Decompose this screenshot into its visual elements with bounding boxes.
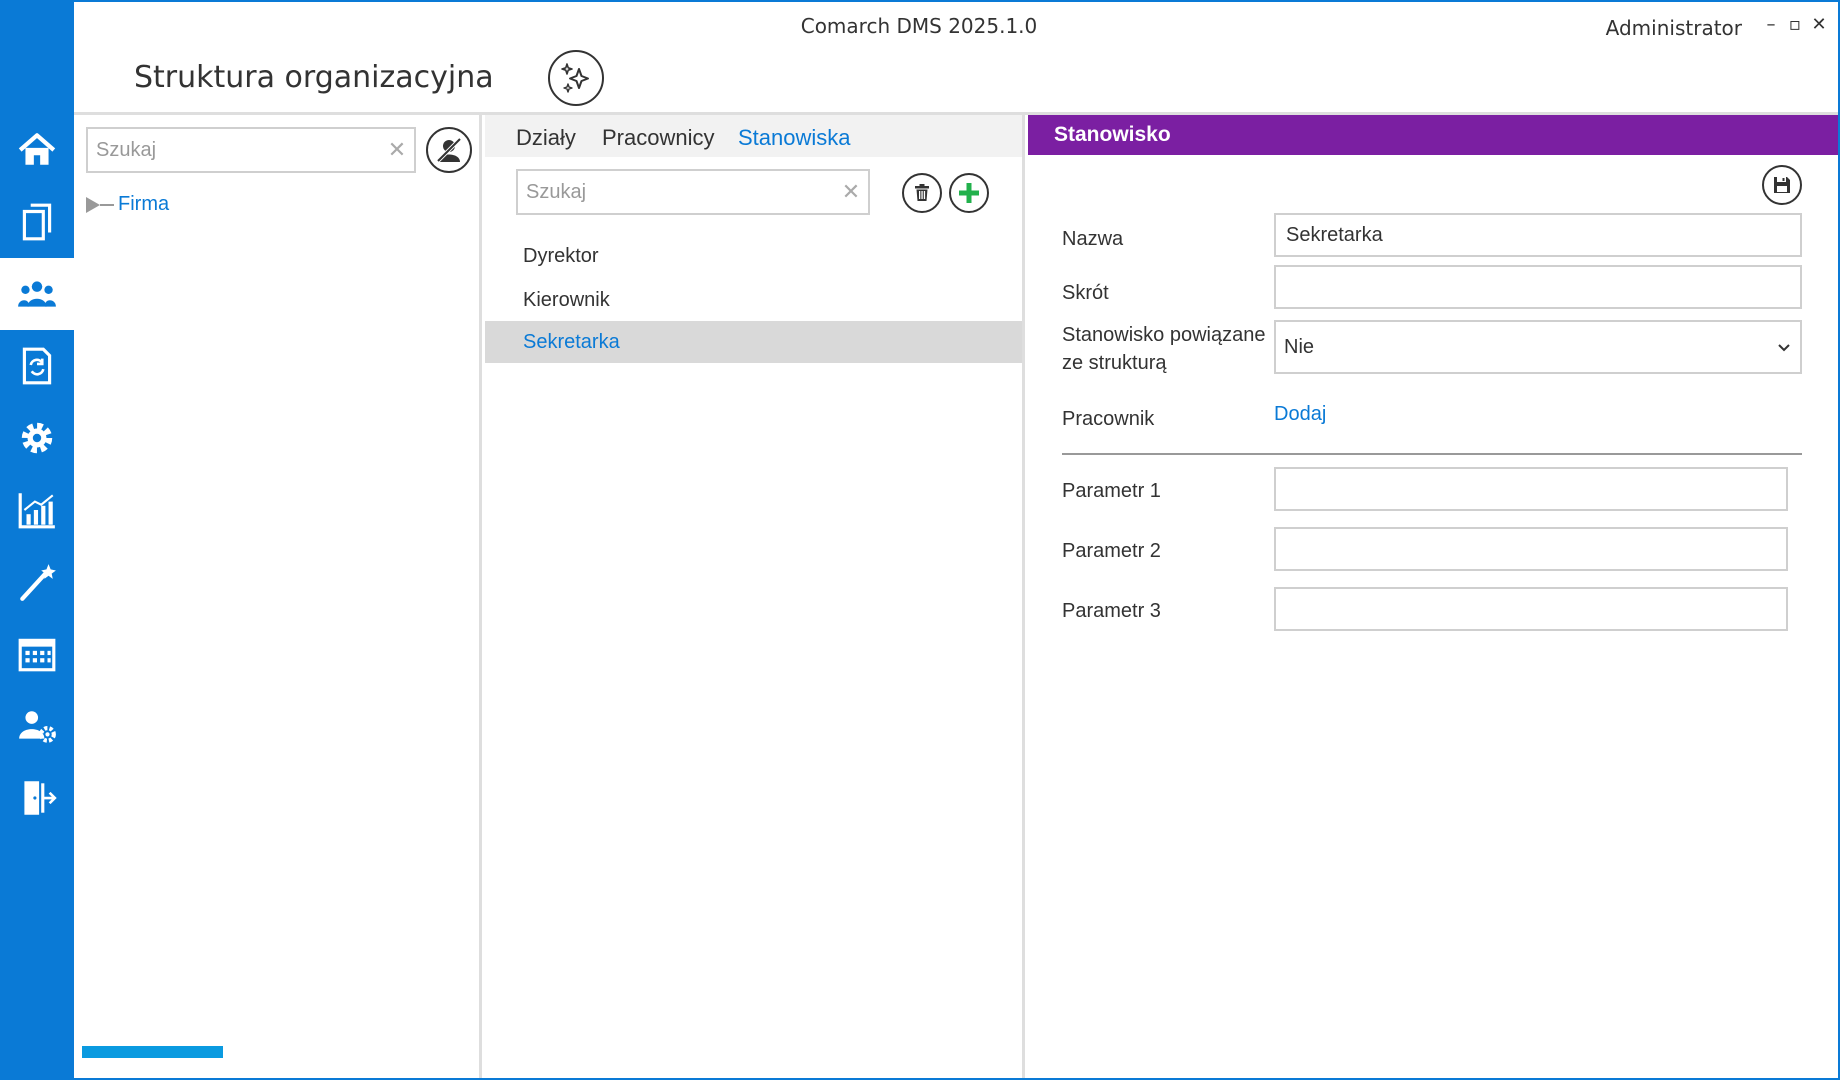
plus-icon <box>959 183 979 203</box>
sidebar-item-user-settings[interactable] <box>0 690 74 762</box>
sidebar-item-workflow[interactable] <box>0 330 74 402</box>
sparkles-icon <box>561 63 589 93</box>
structure-tabs: Działy Pracownicy Stanowiska <box>485 115 1022 157</box>
name-label: Nazwa <box>1062 228 1124 250</box>
sidebar-item-documents[interactable] <box>0 186 74 258</box>
delete-position-button[interactable] <box>902 173 942 213</box>
app-title: Comarch DMS 2025.1.0 <box>800 14 1038 38</box>
page-title: Struktura organizacyjna <box>134 60 494 95</box>
user-filter-button[interactable] <box>426 127 472 173</box>
documents-icon <box>22 203 52 241</box>
trash-icon <box>915 184 929 201</box>
employee-label: Pracownik <box>1062 408 1155 430</box>
magic-wand-icon <box>20 564 56 601</box>
panel-header: Stanowisko <box>1028 115 1838 155</box>
ai-assistant-button[interactable] <box>548 50 604 106</box>
tree-expand-icon[interactable] <box>86 196 100 213</box>
param1-input[interactable] <box>1274 467 1788 511</box>
chevron-down-icon <box>1778 344 1790 352</box>
tree-item-label[interactable]: Firma <box>118 193 169 216</box>
floppy-disk-icon <box>1774 177 1790 193</box>
positions-search-box: ✕ <box>516 169 870 215</box>
calendar-icon <box>18 638 56 672</box>
short-input[interactable] <box>1274 265 1802 309</box>
position-item-kierownik[interactable]: Kierownik <box>485 279 1022 321</box>
sidebar-item-reports[interactable] <box>0 474 74 546</box>
form-separator <box>1062 453 1802 455</box>
sidebar-item-wizard[interactable] <box>0 546 74 618</box>
maximize-button[interactable]: ▫ <box>1784 14 1806 35</box>
gear-icon <box>21 422 53 454</box>
linked-position-value: Nie <box>1284 335 1315 358</box>
home-icon <box>18 133 56 165</box>
position-item-sekretarka[interactable]: Sekretarka <box>485 321 1022 363</box>
position-details-panel: Stanowisko Nazwa Skrót Stanowisko powiąz… <box>1028 115 1838 1078</box>
param3-label: Parametr 3 <box>1062 600 1161 622</box>
tree-item-firma[interactable]: Firma <box>86 193 169 216</box>
progress-fill <box>82 1046 223 1058</box>
chart-icon <box>18 493 55 529</box>
sidebar <box>0 0 74 1080</box>
minimize-button[interactable]: – <box>1760 14 1782 35</box>
param2-label: Parametr 2 <box>1062 540 1161 562</box>
param1-label: Parametr 1 <box>1062 480 1161 502</box>
users-icon <box>18 281 56 307</box>
add-position-button[interactable] <box>949 173 989 213</box>
save-button[interactable] <box>1762 165 1802 205</box>
sidebar-item-logout[interactable] <box>0 762 74 834</box>
linked-position-label-line2: ze strukturą <box>1062 352 1167 374</box>
tab-employees[interactable]: Pracownicy <box>602 125 714 151</box>
positions-search-clear-icon[interactable]: ✕ <box>834 180 868 205</box>
param3-input[interactable] <box>1274 587 1788 631</box>
param2-input[interactable] <box>1274 527 1788 571</box>
positions-list-panel: Działy Pracownicy Stanowiska ✕ Dyrektor … <box>485 115 1025 1078</box>
short-label: Skrót <box>1062 282 1109 304</box>
user-name[interactable]: Administrator <box>1606 16 1742 40</box>
sidebar-item-home[interactable] <box>0 114 74 186</box>
tree-connector <box>100 203 114 206</box>
document-cycle-icon <box>22 347 52 385</box>
sidebar-item-calendar[interactable] <box>0 618 74 690</box>
tab-departments[interactable]: Działy <box>516 125 576 151</box>
user-off-icon <box>435 136 463 164</box>
logout-icon <box>24 781 57 815</box>
position-item-dyrektor[interactable]: Dyrektor <box>485 235 1022 277</box>
user-settings-icon <box>19 711 56 743</box>
add-employee-link[interactable]: Dodaj <box>1274 403 1326 426</box>
tree-search-clear-icon[interactable]: ✕ <box>380 138 414 163</box>
linked-position-label-line1: Stanowisko powiązane <box>1062 324 1266 346</box>
positions-search-input[interactable] <box>518 180 834 204</box>
tree-search-box: ✕ <box>86 127 416 173</box>
sidebar-item-settings[interactable] <box>0 402 74 474</box>
loading-progress-bar <box>82 1046 302 1058</box>
name-input[interactable] <box>1274 213 1802 257</box>
sidebar-item-users[interactable] <box>0 258 74 330</box>
linked-position-select[interactable]: Nie <box>1274 320 1802 374</box>
close-button[interactable]: ✕ <box>1808 14 1830 35</box>
structure-tree-panel: ✕ Firma <box>74 115 482 1078</box>
tree-search-input[interactable] <box>88 138 380 162</box>
tab-positions[interactable]: Stanowiska <box>738 125 851 151</box>
